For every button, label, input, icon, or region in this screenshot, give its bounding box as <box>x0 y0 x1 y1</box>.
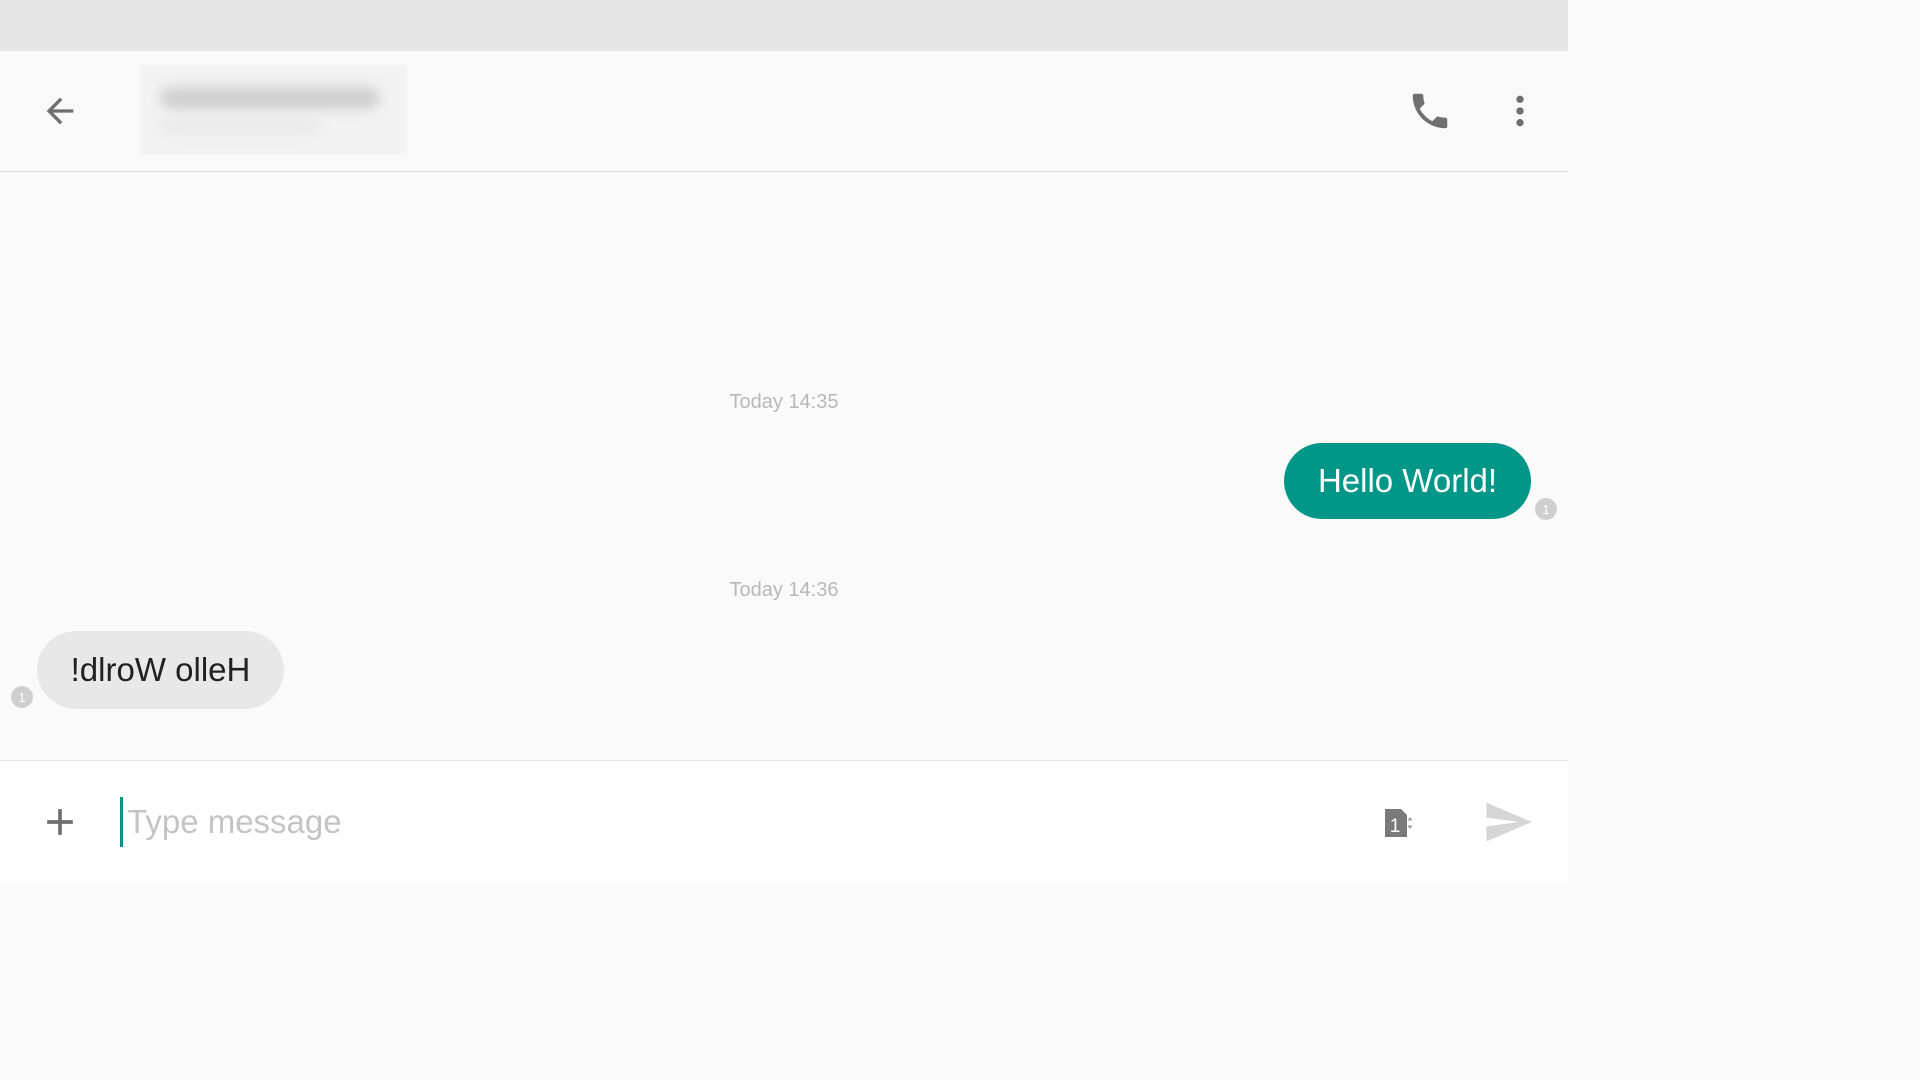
sim-indicator: 1 <box>11 686 33 708</box>
more-vertical-icon <box>1516 95 1524 127</box>
plus-icon <box>47 809 73 835</box>
redacted-number-line <box>160 119 320 133</box>
compose-bar: 1 <box>0 760 1568 883</box>
redacted-name-line <box>160 87 380 109</box>
arrow-left-icon <box>46 97 74 125</box>
send-button[interactable] <box>1475 792 1541 852</box>
status-bar <box>0 0 1568 51</box>
messaging-screen: Today 14:35 Hello World! 1 Today 14:36 !… <box>0 0 1568 883</box>
outgoing-message-bubble[interactable]: Hello World! <box>1284 443 1531 519</box>
contact-name-text <box>140 65 141 66</box>
sim-indicator: 1 <box>1535 498 1557 520</box>
send-icon <box>1486 802 1532 842</box>
message-input[interactable] <box>120 797 1320 847</box>
sim-select-button[interactable]: 1 <box>1370 798 1420 848</box>
sim-card-icon: 1 <box>1385 809 1413 837</box>
phone-icon <box>1412 93 1448 129</box>
sim-slot-number: 1 <box>1390 816 1401 837</box>
more-options-button[interactable] <box>1495 81 1545 141</box>
conversation-header <box>0 51 1568 172</box>
incoming-message-bubble[interactable]: !dlroW olleH <box>37 631 284 709</box>
message-timestamp: Today 14:36 <box>729 579 839 601</box>
attach-button[interactable] <box>30 792 90 852</box>
message-timestamp: Today 14:35 <box>729 391 839 413</box>
back-button[interactable] <box>30 81 90 141</box>
call-button[interactable] <box>1400 81 1460 141</box>
contact-name-blurred[interactable] <box>140 65 407 155</box>
